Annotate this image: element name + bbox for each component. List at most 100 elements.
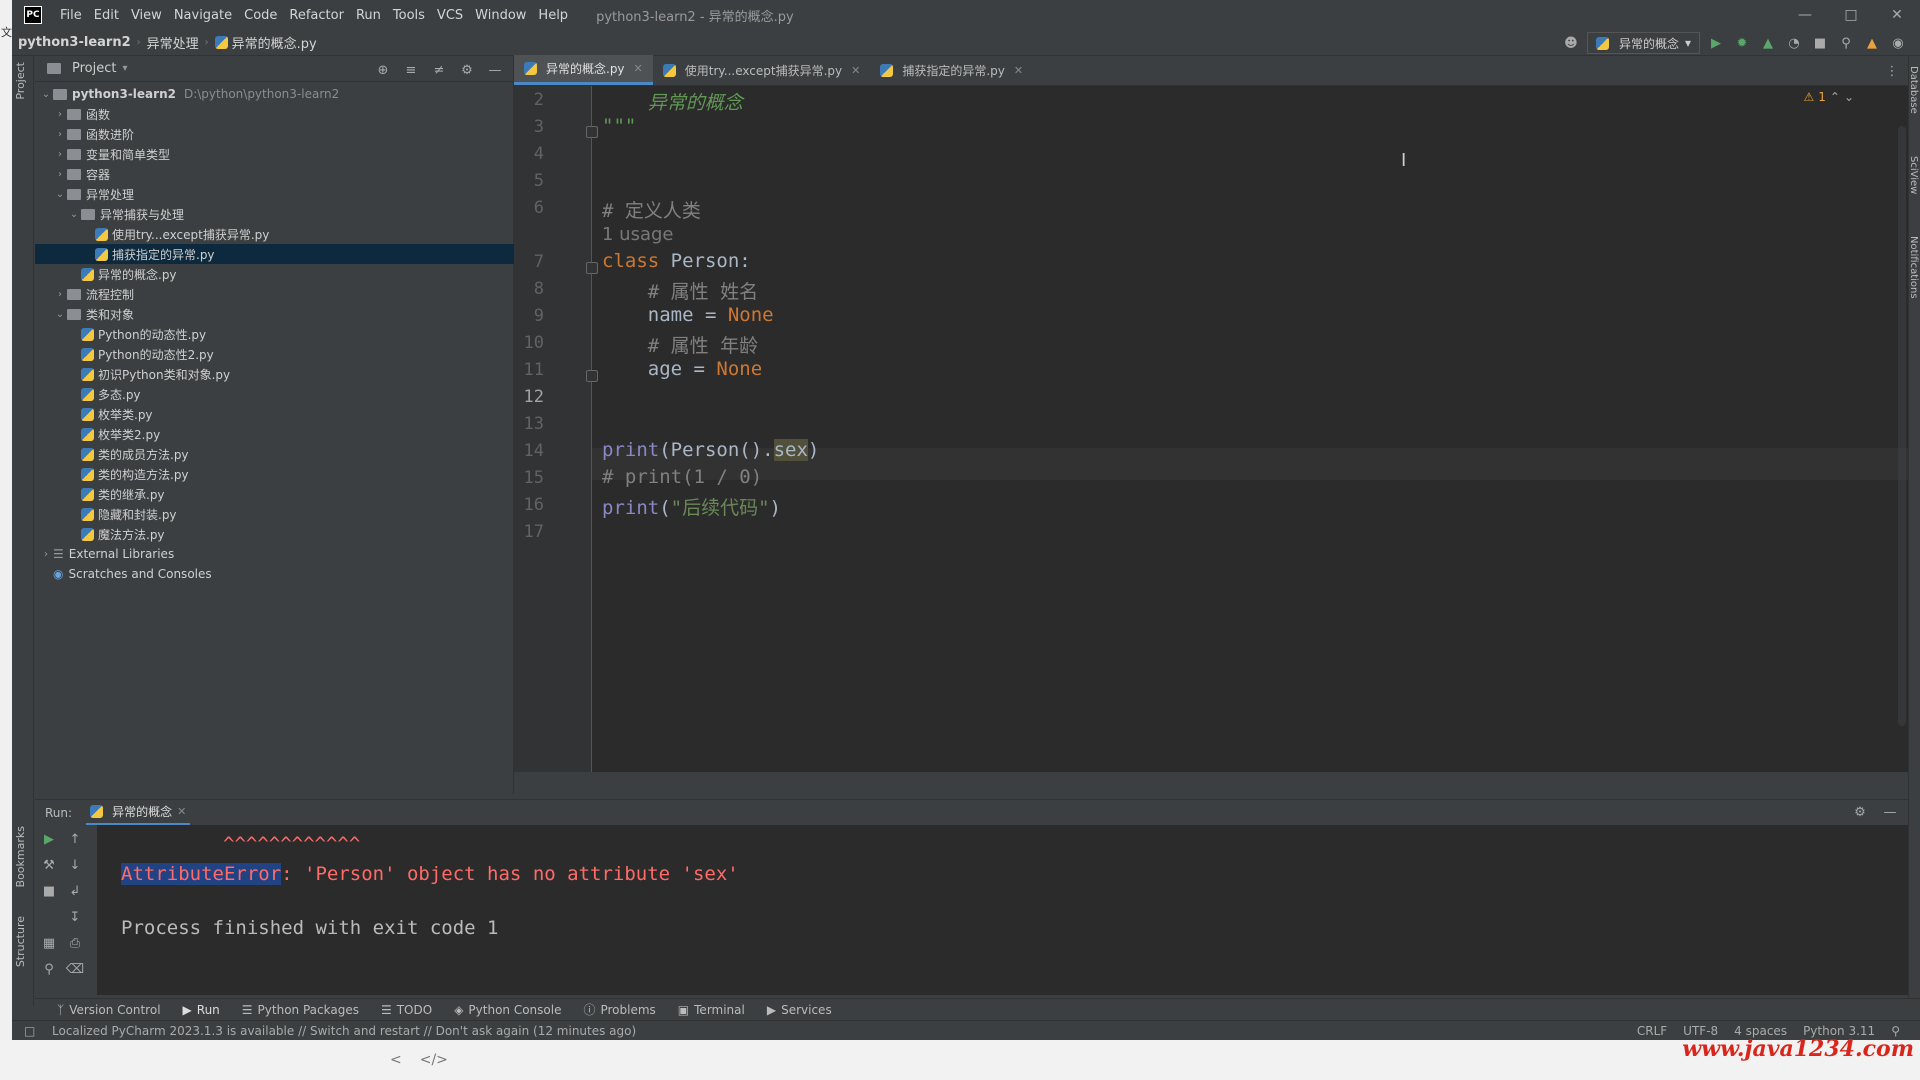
close-tab-icon[interactable]: ✕ (634, 62, 643, 75)
run-config-select[interactable]: 异常的概念 ▾ (1586, 32, 1700, 54)
notifications-side-tab[interactable]: Notifications (1908, 236, 1919, 299)
stop-icon[interactable]: ■ (39, 881, 59, 901)
code-view-icon[interactable]: </> (420, 1052, 448, 1068)
tree-root[interactable]: ⌄ python3-learn2 D:\python\python3-learn… (35, 84, 514, 104)
tree-file[interactable]: 异常的概念.py (35, 264, 514, 284)
layout-toggle-icon[interactable]: □ (24, 1024, 35, 1038)
breadcrumb-project[interactable]: python3-learn2 (12, 35, 137, 50)
tool-tab-todo[interactable]: ☰ TODO (381, 1003, 432, 1017)
tree-folder[interactable]: › 函数 (35, 104, 514, 124)
menu-view[interactable]: View (125, 8, 168, 23)
tool-tab-python-console[interactable]: ◈ Python Console (454, 1003, 561, 1017)
status-message[interactable]: Localized PyCharm 2023.1.3 is available … (52, 1024, 636, 1038)
locate-icon[interactable]: ⊕ (373, 60, 393, 80)
expand-all-icon[interactable]: ≡ (401, 60, 421, 80)
menu-edit[interactable]: Edit (88, 8, 125, 23)
run-tab[interactable]: 异常的概念 ✕ (86, 800, 191, 826)
fold-marker-icon[interactable] (586, 126, 598, 138)
code-editor[interactable]: 2 3 4 5 6 7 8 9 10 11 12 13 14 15 16 17 (514, 86, 1908, 772)
tree-folder[interactable]: › 变量和简单类型 (35, 144, 514, 164)
sciview-side-tab[interactable]: SciView (1908, 156, 1919, 194)
editor-scrollbar[interactable] (1898, 126, 1906, 726)
tree-file[interactable]: 捕获指定的异常.py (35, 244, 514, 264)
print-icon[interactable]: ⎙ (65, 933, 85, 953)
profile-icon[interactable]: ◔ (1784, 33, 1804, 53)
tree-file[interactable]: 类的成员方法.py (35, 444, 514, 464)
run-icon[interactable]: ▶ (1706, 33, 1726, 53)
tree-file[interactable]: 魔法方法.py (35, 524, 514, 544)
project-side-tab[interactable]: Project (14, 62, 27, 100)
tab-try-except[interactable]: 使用try...except捕获异常.py ✕ (653, 55, 871, 85)
tree-folder[interactable]: ⌄ 异常处理 (35, 184, 514, 204)
tree-file[interactable]: Python的动态性2.py (35, 344, 514, 364)
pin-icon[interactable]: ⚲ (39, 959, 59, 979)
run-console[interactable]: ^^^^^^^^^^^^ AttributeError: 'Person' ob… (97, 825, 1908, 995)
tool-tab-run[interactable]: ▶ Run (183, 1003, 220, 1017)
tree-folder[interactable]: › 容器 (35, 164, 514, 184)
tree-file[interactable]: 枚举类.py (35, 404, 514, 424)
collapse-all-icon[interactable]: ≠ (429, 60, 449, 80)
tree-folder[interactable]: ⌄ 异常捕获与处理 (35, 204, 514, 224)
breadcrumb-file[interactable]: 异常的概念.py (209, 33, 323, 52)
tree-file[interactable]: 多态.py (35, 384, 514, 404)
usage-hint[interactable]: 1 usage (602, 224, 674, 245)
soft-wrap-icon[interactable]: ↲ (65, 881, 85, 901)
scroll-to-end-icon[interactable]: ↧ (65, 907, 85, 927)
rerun-icon[interactable]: ▶ (39, 829, 59, 849)
chevron-up-icon[interactable]: ⌃ (1830, 90, 1840, 104)
close-tab-icon[interactable]: ✕ (177, 805, 186, 818)
tree-file[interactable]: 隐藏和封装.py (35, 504, 514, 524)
more-tabs-icon[interactable]: ⋮ (1882, 61, 1902, 81)
chevron-left-icon[interactable]: < (390, 1052, 402, 1068)
bookmarks-side-tab[interactable]: Bookmarks (14, 826, 27, 887)
tool-tab-services[interactable]: ▶ Services (767, 1003, 832, 1017)
tree-folder[interactable]: › 函数进阶 (35, 124, 514, 144)
tool-tab-terminal[interactable]: ▣ Terminal (678, 1003, 745, 1017)
tab-exception-concept[interactable]: 异常的概念.py ✕ (514, 55, 653, 85)
arrow-down-icon[interactable]: ↓ (65, 855, 85, 875)
minimize-icon[interactable]: — (1782, 0, 1828, 30)
breadcrumb-folder[interactable]: 异常处理 (141, 33, 205, 52)
gear-icon[interactable]: ⚙ (457, 60, 477, 80)
line-separator[interactable]: CRLF (1637, 1024, 1667, 1038)
tree-external-libraries[interactable]: › ☰ External Libraries (35, 544, 514, 564)
menu-tools[interactable]: Tools (387, 8, 431, 23)
close-tab-icon[interactable]: ✕ (851, 64, 860, 77)
settings-logo-icon[interactable]: ◉ (1888, 33, 1908, 53)
close-icon[interactable]: ✕ (1874, 0, 1920, 30)
search-icon[interactable]: ⚲ (1836, 33, 1856, 53)
database-side-tab[interactable]: Database (1908, 66, 1919, 114)
tree-file[interactable]: 类的继承.py (35, 484, 514, 504)
chevron-down-icon[interactable]: ▾ (122, 63, 127, 74)
layout-icon[interactable]: ▦ (39, 933, 59, 953)
tree-file[interactable]: 初识Python类和对象.py (35, 364, 514, 384)
tree-folder[interactable]: ⌄ 类和对象 (35, 304, 514, 324)
maximize-icon[interactable]: □ (1828, 0, 1874, 30)
update-icon[interactable]: ▲ (1862, 33, 1882, 53)
close-tab-icon[interactable]: ✕ (1014, 64, 1023, 77)
inspection-widget[interactable]: ⚠ 1 ⌃ ⌄ (1803, 90, 1854, 104)
tool-tab-version-control[interactable]: ᛉ Version Control (57, 1003, 161, 1017)
tree-scratches[interactable]: ◉ Scratches and Consoles (35, 564, 514, 584)
tree-file[interactable]: 枚举类2.py (35, 424, 514, 444)
fold-marker-icon[interactable] (586, 370, 598, 382)
trash-icon[interactable]: ⌫ (65, 959, 85, 979)
menu-code[interactable]: Code (238, 8, 283, 23)
tree-folder[interactable]: › 流程控制 (35, 284, 514, 304)
fold-marker-icon[interactable] (586, 262, 598, 274)
tool-tab-python-packages[interactable]: ☰ Python Packages (242, 1003, 359, 1017)
structure-side-tab[interactable]: Structure (14, 916, 27, 967)
menu-vcs[interactable]: VCS (431, 8, 469, 23)
debug-icon[interactable]: ✹ (1732, 33, 1752, 53)
menu-navigate[interactable]: Navigate (168, 8, 238, 23)
hide-icon[interactable]: — (1880, 803, 1900, 823)
menu-run[interactable]: Run (350, 8, 387, 23)
project-title[interactable]: Project (72, 61, 116, 76)
menu-help[interactable]: Help (532, 8, 574, 23)
menu-window[interactable]: Window (469, 8, 532, 23)
tool-tab-problems[interactable]: ⓘ Problems (583, 1001, 655, 1018)
menu-refactor[interactable]: Refactor (283, 8, 350, 23)
tab-catch-specific[interactable]: 捕获指定的异常.py ✕ (870, 55, 1033, 85)
wrench-icon[interactable]: ⚒ (39, 855, 59, 875)
stop-icon[interactable]: ■ (1810, 33, 1830, 53)
